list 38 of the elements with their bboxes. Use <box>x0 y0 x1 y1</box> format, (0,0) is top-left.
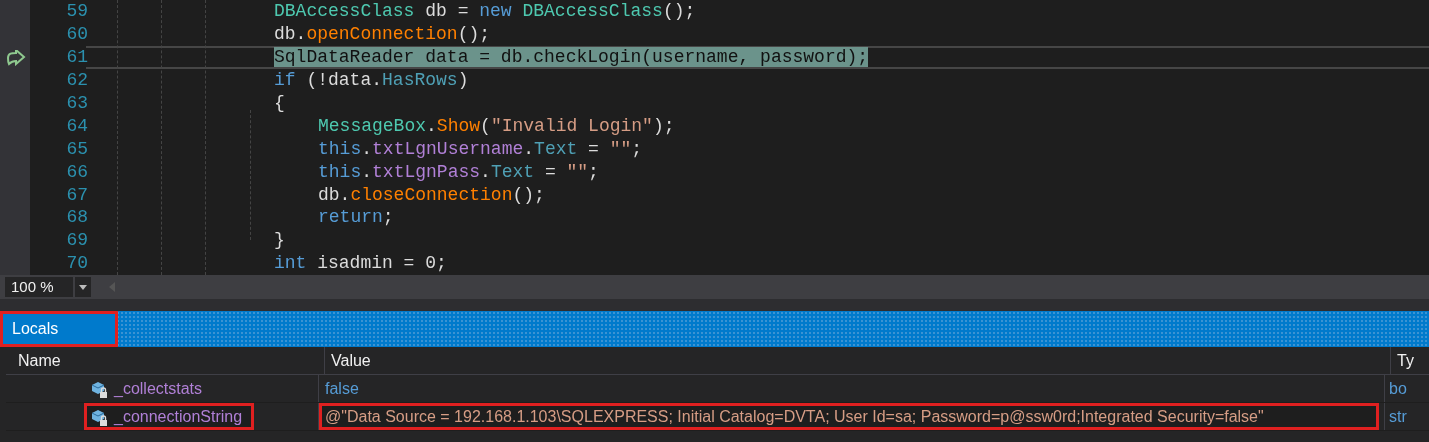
variable-type: bo <box>1389 378 1407 399</box>
column-header[interactable]: Ty <box>1390 347 1429 374</box>
line-number: 63 <box>65 92 88 114</box>
line-number: 67 <box>65 183 88 206</box>
variable-value: false <box>325 378 359 399</box>
line-number: 60 <box>65 23 88 46</box>
code-line: MessageBox.Show("Invalid Login"); <box>318 115 675 136</box>
line-number: 66 <box>65 160 88 183</box>
zoom-field[interactable]: 100 % <box>5 277 73 297</box>
line-number: 61 <box>65 46 88 69</box>
line-number: 64 <box>65 114 88 137</box>
private-field-icon <box>90 407 108 426</box>
code-line: if (!data.HasRows) <box>274 70 469 91</box>
code-line: { <box>274 93 285 113</box>
code-line: this.txtLgnUsername.Text = ""; <box>318 138 643 159</box>
line-number: 59 <box>65 0 88 23</box>
code-line: this.txtLgnPass.Text = ""; <box>318 161 599 182</box>
line-number: 69 <box>65 229 88 252</box>
panel-title: Locals <box>0 311 118 347</box>
dropdown-button[interactable] <box>75 277 91 297</box>
column-header[interactable]: Value <box>324 347 1390 374</box>
code-line: int isadmin = 0; <box>274 253 447 274</box>
variable-value: @"Data Source = 192.168.1.103\SQLEXPRESS; Initial Catalog=DVTA; User Id=sa; Password=p@ssw0rd;Integrated Security=false" <box>325 406 1264 427</box>
variable-name: _connectionString <box>114 406 243 427</box>
line-number: 70 <box>65 252 88 275</box>
code-line: DBAccessClass db = new DBAccessClass(); <box>274 1 696 22</box>
code-line: db.openConnection(); <box>274 24 491 45</box>
variable-name: _collectstats <box>114 378 203 399</box>
line-number: 65 <box>65 137 88 160</box>
column-header[interactable]: Name <box>6 347 324 374</box>
code-line: db.closeConnection(); <box>318 184 545 205</box>
caret-icon <box>79 284 87 290</box>
variable-type: str <box>1389 406 1407 427</box>
private-field-icon <box>90 379 108 398</box>
line-number: 68 <box>65 206 88 229</box>
code-line: } <box>274 230 285 251</box>
code-line: return; <box>318 207 394 228</box>
line-number: 62 <box>65 69 88 92</box>
